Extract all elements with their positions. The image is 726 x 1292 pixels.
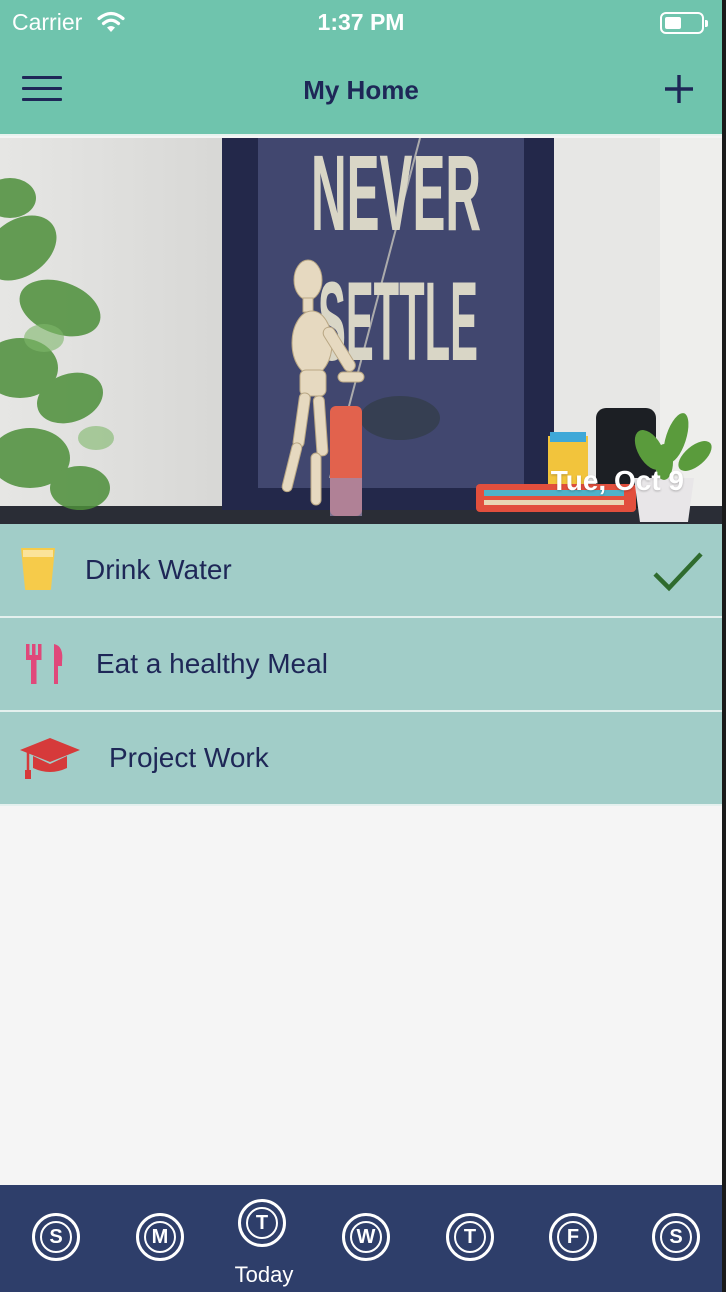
- task-list: Drink Water Eat a healthy Meal Project W…: [0, 524, 722, 806]
- day-letter: W: [342, 1213, 390, 1261]
- day-tab-monday[interactable]: M: [136, 1213, 188, 1265]
- current-date: Tue, Oct 9: [550, 465, 684, 496]
- header-photo: NEVER SETTLE Tue, Oct 9: [0, 138, 722, 524]
- day-letter: F: [549, 1213, 597, 1261]
- battery-icon: [660, 12, 708, 34]
- day-tab-saturday[interactable]: S: [652, 1213, 704, 1265]
- day-letter: T: [446, 1213, 494, 1261]
- app-screen: Carrier 1:37 PM My Home NEVER SETTLE Tue…: [0, 0, 726, 1292]
- navigation-bar: My Home: [0, 48, 722, 136]
- add-icon[interactable]: [662, 72, 696, 106]
- day-letter: S: [32, 1213, 80, 1261]
- task-row-healthy-meal[interactable]: Eat a healthy Meal: [0, 618, 722, 712]
- task-label: Drink Water: [85, 554, 232, 585]
- status-bar: Carrier 1:37 PM: [0, 0, 722, 48]
- day-letter: M: [136, 1213, 184, 1261]
- water-glass-icon: [21, 548, 55, 590]
- day-tab-wednesday[interactable]: W: [342, 1213, 394, 1265]
- task-label: Eat a healthy Meal: [96, 648, 328, 679]
- day-tab-sunday[interactable]: S: [32, 1213, 84, 1265]
- task-row-drink-water[interactable]: Drink Water: [0, 524, 722, 618]
- day-tab-thursday[interactable]: T: [446, 1213, 498, 1265]
- day-letter: S: [652, 1213, 700, 1261]
- poster-text-never: NEVER: [311, 138, 481, 253]
- day-tab-tuesday-today[interactable]: T Today: [235, 1199, 293, 1287]
- page-title: My Home: [303, 75, 419, 105]
- task-row-project-work[interactable]: Project Work: [0, 712, 722, 806]
- day-letter: T: [238, 1199, 286, 1247]
- fork-knife-icon: [26, 644, 63, 684]
- day-selector-bar: S M T Today W T F S: [0, 1185, 722, 1292]
- clock-time: 1:37 PM: [317, 9, 405, 35]
- checkmark-icon: [653, 552, 703, 592]
- today-label: Today: [234, 1262, 294, 1287]
- task-label: Project Work: [109, 742, 269, 773]
- graduation-cap-icon: [20, 738, 80, 779]
- day-tab-friday[interactable]: F: [549, 1213, 601, 1265]
